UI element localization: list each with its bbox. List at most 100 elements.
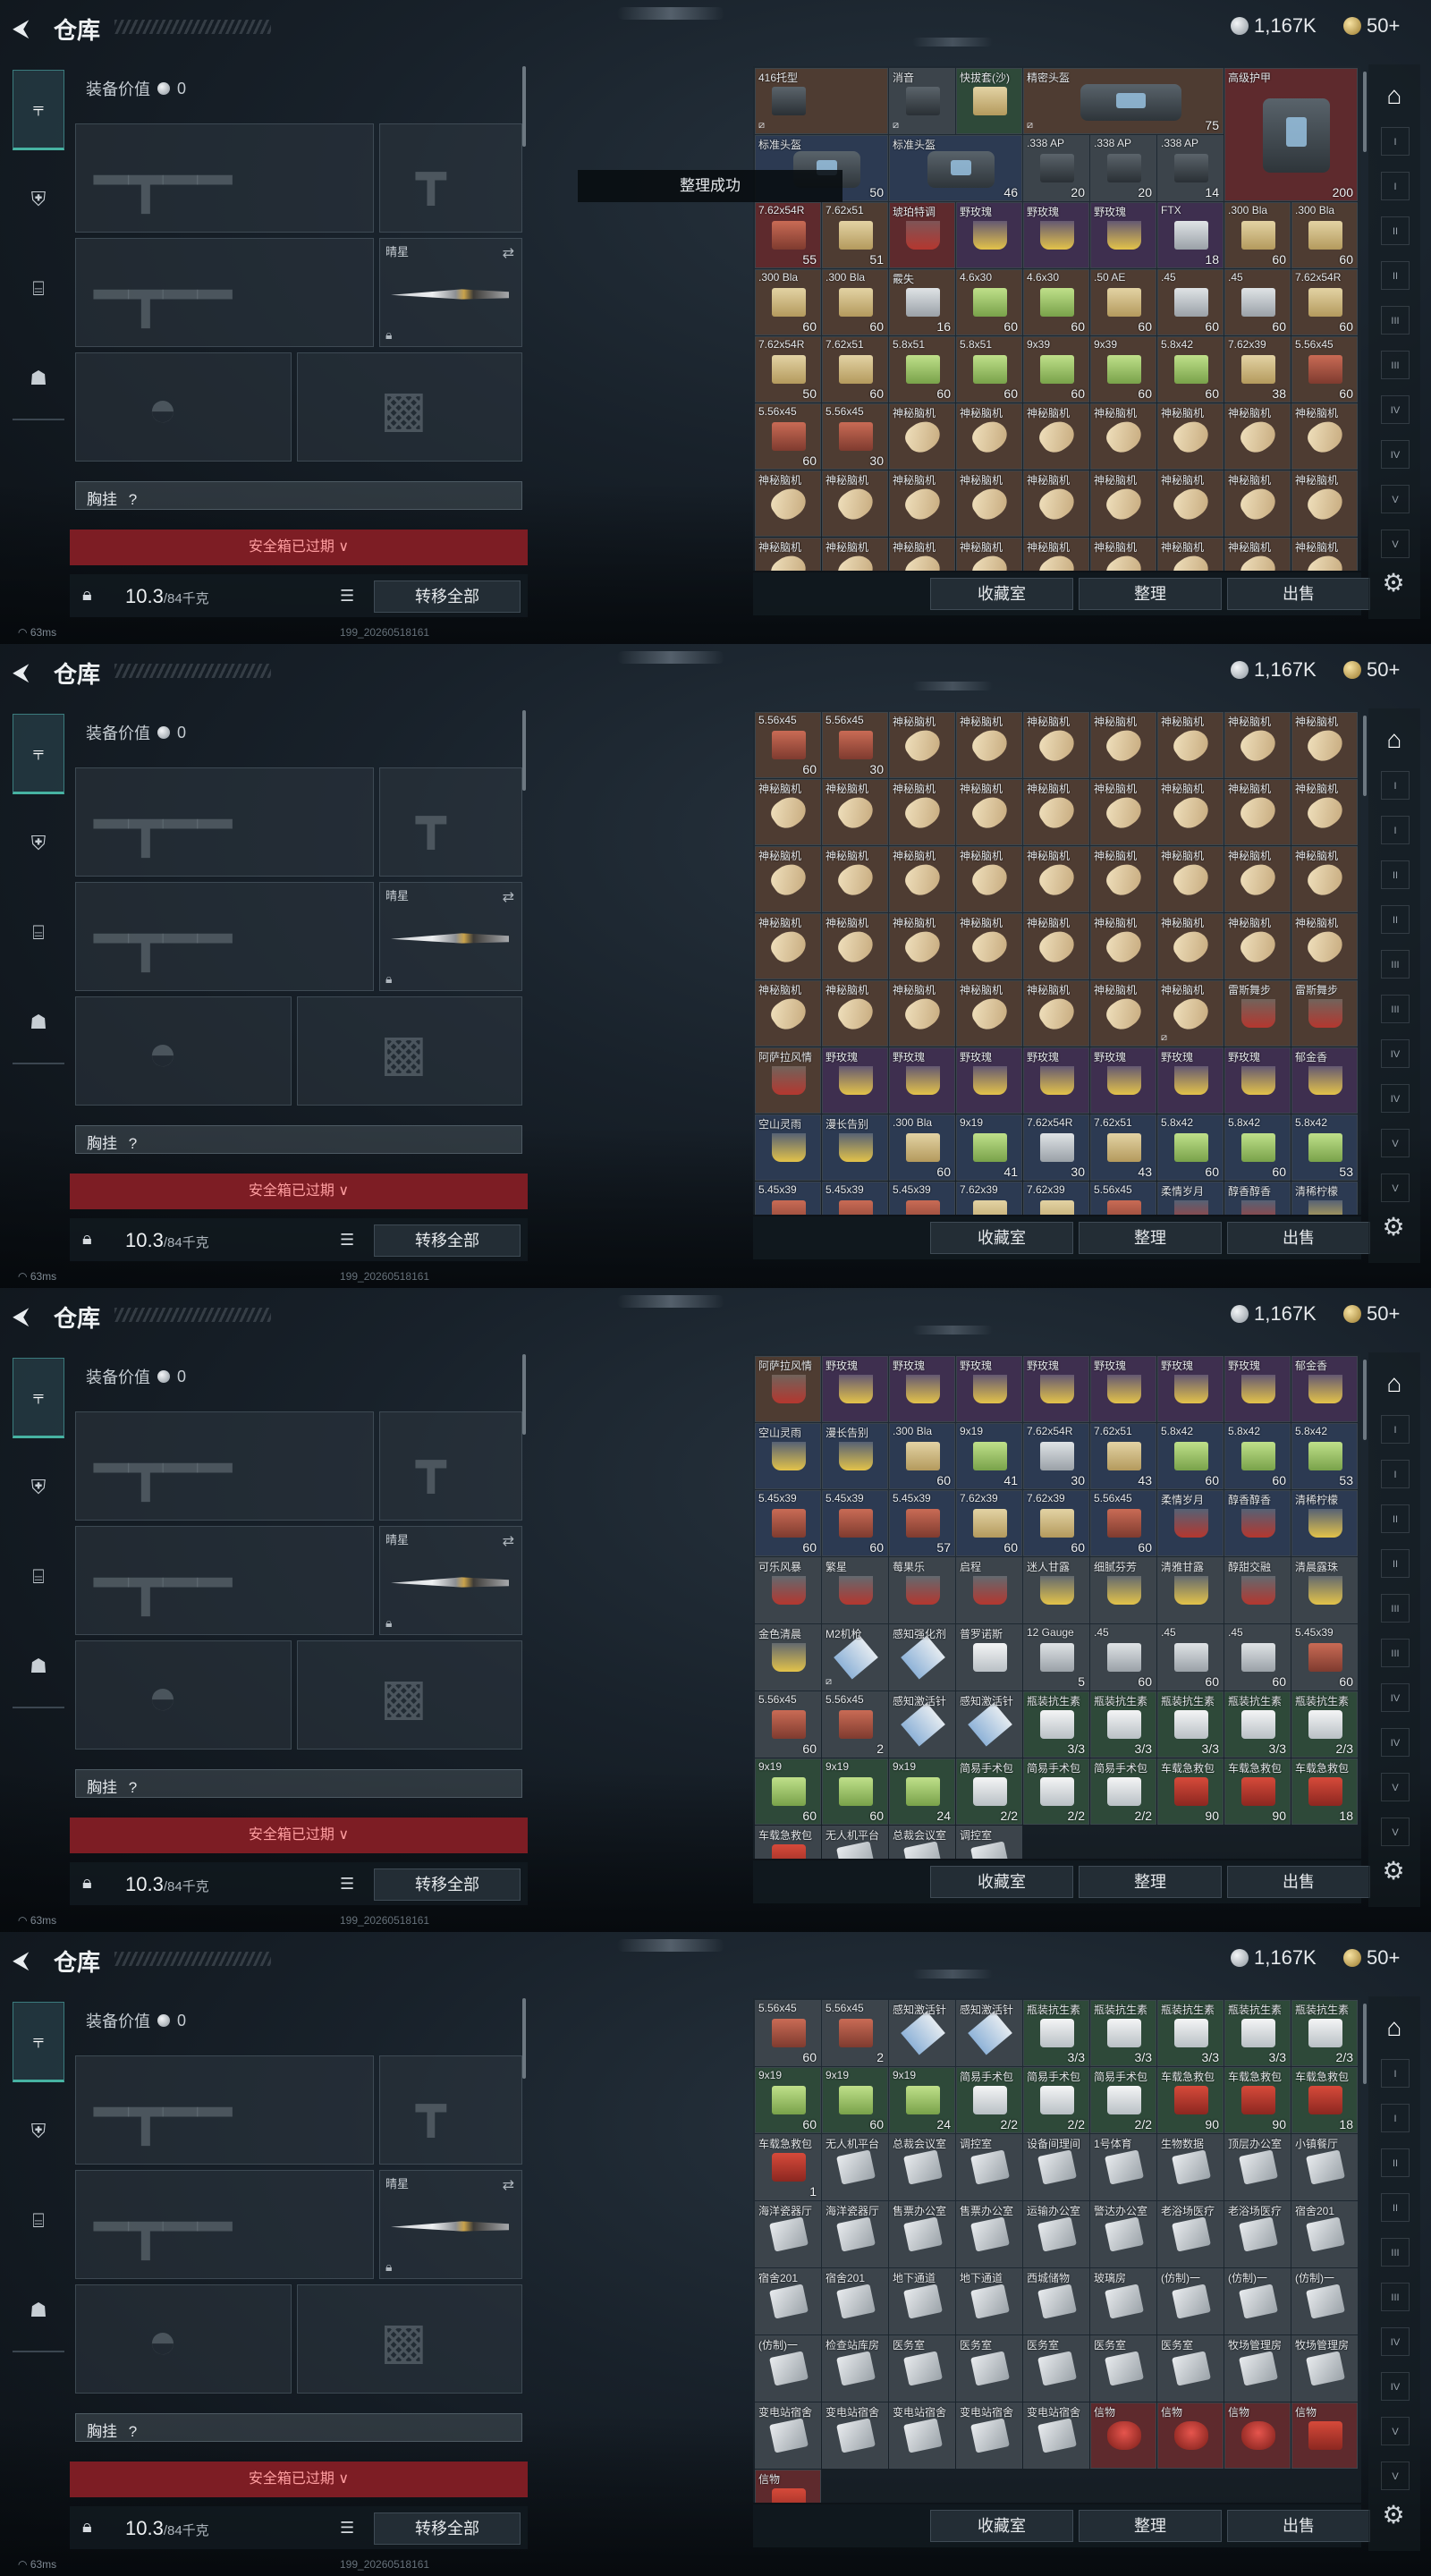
inventory-item[interactable]: 9x39 60: [1023, 336, 1089, 402]
inventory-item[interactable]: 神秘脑机: [755, 846, 821, 912]
inventory-item[interactable]: 漫长告别: [822, 1114, 888, 1181]
inventory-item[interactable]: 7.62x39 60: [956, 1490, 1022, 1556]
inventory-item[interactable]: 野玫瑰: [956, 1047, 1022, 1114]
inventory-item[interactable]: 5.8x42 60: [1157, 1114, 1224, 1181]
inventory-item[interactable]: 7.62x54R 30: [1023, 1423, 1089, 1489]
armor-slot[interactable]: ▩: [297, 2284, 522, 2394]
inventory-item[interactable]: 神秘脑机: [956, 779, 1022, 845]
inventory-item[interactable]: 神秘脑机: [1090, 980, 1156, 1046]
storage-tab-icon[interactable]: III: [1381, 2238, 1410, 2267]
inventory-item[interactable]: 海洋瓷器厅: [822, 2201, 888, 2267]
inventory-item[interactable]: 神秘脑机: [889, 846, 955, 912]
inventory-item[interactable]: 瓶装抗生素 3/3: [1157, 1691, 1224, 1758]
inventory-item[interactable]: 海洋瓷器厅: [755, 2201, 821, 2267]
nav-backpack-icon[interactable]: ⌸: [13, 1537, 64, 1617]
list-icon[interactable]: ☰: [340, 1875, 354, 1894]
inventory-item[interactable]: 野玫瑰: [1023, 1047, 1089, 1114]
inventory-item[interactable]: 7.62x54R 50: [755, 336, 821, 402]
inventory-item[interactable]: 神秘脑机: [889, 712, 955, 778]
inventory-item[interactable]: 5.8x42 60: [1224, 1423, 1291, 1489]
inventory-item[interactable]: 野玫瑰: [822, 1047, 888, 1114]
nav-weapons-icon[interactable]: ⫧: [13, 2002, 64, 2082]
inventory-item[interactable]: 神秘脑机: [956, 538, 1022, 571]
inventory-item[interactable]: 5.45x39 60: [822, 1490, 888, 1556]
inventory-item[interactable]: 医务室: [956, 2335, 1022, 2402]
inventory-item[interactable]: 车载急救包 90: [1224, 1758, 1291, 1825]
inventory-item[interactable]: .338 AP 20: [1090, 135, 1156, 201]
storage-tab-icon[interactable]: III: [1381, 351, 1410, 379]
chest-rig-slot[interactable]: 胸挂 ?: [75, 1769, 522, 1798]
inventory-item[interactable]: 神秘脑机: [822, 846, 888, 912]
inventory-item[interactable]: .45 60: [1224, 1624, 1291, 1690]
inventory-item[interactable]: 神秘脑机: [1157, 712, 1224, 778]
inventory-item[interactable]: 柔情岁月: [1157, 1182, 1224, 1215]
inventory-item[interactable]: 7.62x39 38: [1224, 336, 1291, 402]
inventory-item[interactable]: 5.8x42 60: [1157, 336, 1224, 402]
inventory-item[interactable]: .300 Bla 60: [822, 269, 888, 335]
inventory-item[interactable]: 5.8x51 60: [889, 336, 955, 402]
inventory-item[interactable]: 老浴场医疗: [1157, 2201, 1224, 2267]
storage-tab-icon[interactable]: IV: [1381, 2372, 1410, 2401]
nav-backpack-icon[interactable]: ⌸: [13, 2181, 64, 2261]
inventory-item[interactable]: 感知激活针: [889, 2000, 955, 2066]
inventory-item[interactable]: FTX 18: [1157, 202, 1224, 268]
inventory-item[interactable]: .300 Bla 60: [755, 269, 821, 335]
back-arrow-icon[interactable]: ⮜: [13, 658, 39, 685]
gold-currency[interactable]: 50+: [1343, 14, 1400, 38]
inventory-item[interactable]: 小镇餐厅: [1291, 2134, 1358, 2200]
gold-currency[interactable]: 50+: [1343, 1302, 1400, 1326]
secondary-weapon-slot[interactable]: ━┳━━: [75, 1526, 374, 1635]
nav-weapons-icon[interactable]: ⫧: [13, 1358, 64, 1438]
inventory-item[interactable]: 运输办公室: [1023, 2201, 1089, 2267]
loadout-scrollbar[interactable]: [522, 66, 526, 147]
inventory-item[interactable]: 神秘脑机: [1023, 779, 1089, 845]
nav-armor-icon[interactable]: ⛨: [13, 2091, 64, 2172]
nav-backpack-icon[interactable]: ⌸: [13, 893, 64, 973]
inventory-item[interactable]: 野玫瑰: [889, 1047, 955, 1114]
storage-tab-icon[interactable]: V: [1381, 1818, 1410, 1846]
inventory-item[interactable]: 神秘脑机: [956, 846, 1022, 912]
inventory-item[interactable]: 细腻芬芳: [1090, 1557, 1156, 1623]
inventory-item[interactable]: 野玫瑰: [956, 202, 1022, 268]
inventory-item[interactable]: 瓶装抗生素 3/3: [1023, 1691, 1089, 1758]
inventory-item[interactable]: 感知强化剂: [889, 1624, 955, 1690]
inventory-item[interactable]: 空山灵雨: [755, 1423, 821, 1489]
inventory-item[interactable]: 醇香醇香: [1224, 1490, 1291, 1556]
inventory-item[interactable]: 总裁会议室: [889, 1826, 955, 1859]
warehouse-home-icon[interactable]: ⌂: [1374, 719, 1415, 760]
storage-tab-icon[interactable]: II: [1381, 905, 1410, 934]
inventory-item[interactable]: 5.8x42 53: [1291, 1114, 1358, 1181]
storage-tab-icon[interactable]: II: [1381, 1549, 1410, 1578]
inventory-item[interactable]: 医务室: [1157, 2335, 1224, 2402]
swap-icon[interactable]: ⇄: [503, 888, 514, 906]
inventory-item[interactable]: 野玫瑰: [1090, 202, 1156, 268]
warehouse-home-icon[interactable]: ⌂: [1374, 2007, 1415, 2048]
inventory-item[interactable]: 地下通道: [956, 2268, 1022, 2334]
inventory-item[interactable]: 神秘脑机: [755, 980, 821, 1046]
melee-slot[interactable]: 晴星 ⇄ 🔒︎: [379, 1526, 522, 1635]
inventory-item[interactable]: 7.62x51 43: [1090, 1114, 1156, 1181]
list-icon[interactable]: ☰: [340, 2519, 354, 2538]
inventory-item[interactable]: 迷人甘露: [1023, 1557, 1089, 1623]
inventory-item[interactable]: 琥珀特调: [889, 202, 955, 268]
inventory-item[interactable]: 简易手术包 2/2: [1090, 1758, 1156, 1825]
inventory-item[interactable]: 5.56x45 60: [755, 712, 821, 778]
inventory-item[interactable]: 5.56x45: [1090, 1182, 1156, 1215]
storage-tab-icon[interactable]: IV: [1381, 1039, 1410, 1068]
safe-box-expired-banner[interactable]: 安全箱已过期 ∨: [70, 530, 528, 565]
storage-tab-icon[interactable]: V: [1381, 530, 1410, 558]
inventory-item[interactable]: 顶层办公室: [1224, 2134, 1291, 2200]
primary-weapon-slot[interactable]: ━┳━━: [75, 123, 374, 233]
nav-case-icon[interactable]: ☗: [13, 1626, 64, 1707]
inventory-item[interactable]: 简易手术包 2/2: [956, 1758, 1022, 1825]
inventory-item[interactable]: 神秘脑机: [1224, 779, 1291, 845]
settings-gear-icon[interactable]: ⚙: [1377, 2499, 1410, 2531]
melee-slot[interactable]: 晴星 ⇄ 🔒︎: [379, 882, 522, 991]
inventory-item[interactable]: 神秘脑机: [1291, 846, 1358, 912]
inventory-item[interactable]: 神秘脑机: [1291, 779, 1358, 845]
inventory-item[interactable]: 总裁会议室: [889, 2134, 955, 2200]
inventory-item[interactable]: 神秘脑机: [1224, 913, 1291, 979]
inventory-item[interactable]: 玻璃房: [1090, 2268, 1156, 2334]
inventory-item[interactable]: 5.56x45 30: [822, 712, 888, 778]
list-icon[interactable]: ☰: [340, 587, 354, 606]
